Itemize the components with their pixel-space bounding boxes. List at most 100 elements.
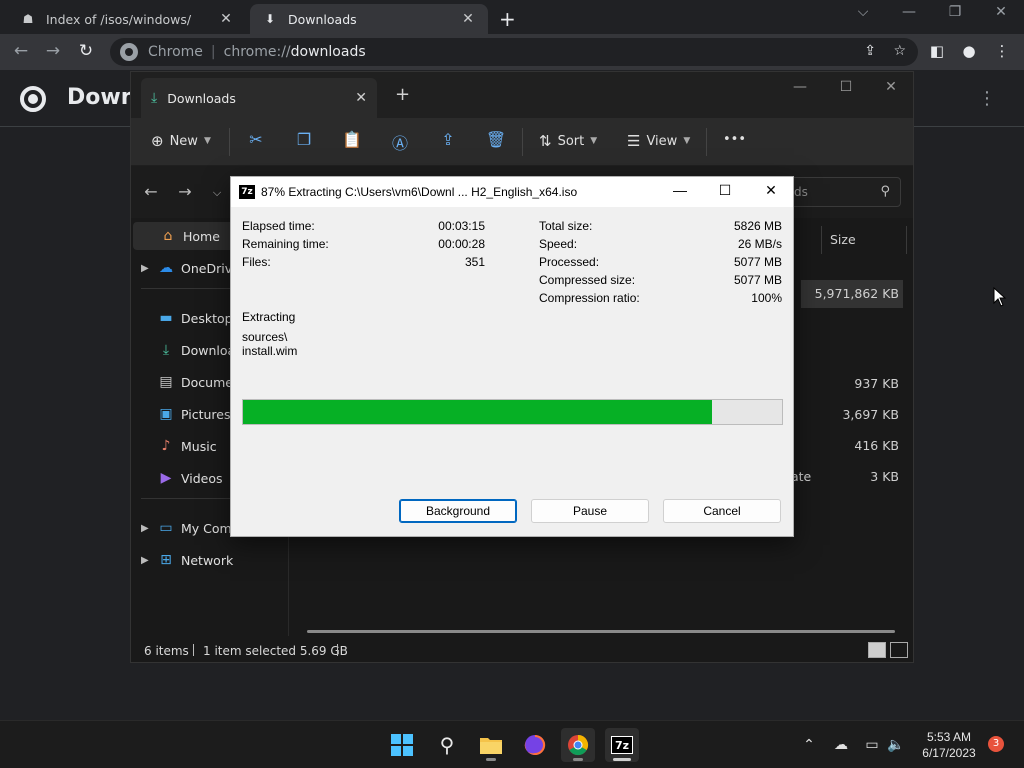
- new-button[interactable]: ⊕ New ▼: [151, 132, 211, 150]
- windows-logo-icon: [391, 734, 413, 756]
- file-size: 3 KB: [870, 469, 899, 484]
- tab-search-icon[interactable]: ⌵: [848, 4, 878, 20]
- 7zip-extract-dialog: 7z 87% Extracting C:\Users\vm6\Downl ...…: [230, 176, 794, 537]
- search-icon[interactable]: ⚲: [430, 728, 464, 762]
- expand-chevron-icon[interactable]: ▶: [141, 523, 157, 534]
- profile-icon[interactable]: ●: [959, 42, 979, 60]
- chevron-down-icon: ▼: [203, 136, 211, 146]
- close-icon[interactable]: ✕: [355, 90, 367, 106]
- sort-button[interactable]: ⇅ Sort ▼: [539, 132, 597, 150]
- more-options-icon[interactable]: ⋮: [978, 88, 996, 109]
- share-icon[interactable]: ⇪: [437, 130, 459, 149]
- minimize-icon[interactable]: —: [894, 4, 924, 20]
- explorer-titlebar: ⤓ Downloads ✕ + — ☐ ✕: [131, 72, 913, 118]
- view-icon: ☰: [627, 132, 641, 150]
- view-button[interactable]: ☰ View ▼: [627, 132, 690, 150]
- copy-icon[interactable]: ❐: [293, 130, 315, 149]
- taskbar-file-explorer[interactable]: [474, 728, 508, 762]
- tab-index-of-isos[interactable]: ☗ Index of /isos/windows/ ✕: [8, 4, 246, 34]
- desktop-icon: ▬: [159, 310, 173, 326]
- explorer-command-bar: ⊕ New ▼ ✂ ❐ 📋 Ⓐ ⇪ 🗑 ⇅ Sort ▼ ☰ View ▼ ••…: [131, 118, 913, 166]
- details-view-icon[interactable]: [868, 642, 886, 658]
- background-button[interactable]: Background: [399, 499, 517, 523]
- file-size: 937 KB: [854, 376, 899, 391]
- chrome-menu-icon[interactable]: ⋮: [992, 42, 1012, 60]
- recent-locations-icon[interactable]: ⌵: [207, 186, 227, 200]
- search-input[interactable]: ds ⚲: [783, 177, 901, 207]
- expand-chevron-icon[interactable]: ▶: [141, 555, 157, 566]
- notification-badge[interactable]: 3: [988, 736, 1004, 752]
- network-icon[interactable]: ▭: [862, 737, 882, 753]
- compression-ratio-label: Compression ratio:: [539, 291, 640, 305]
- processed-label: Processed:: [539, 255, 600, 269]
- close-icon[interactable]: ✕: [460, 11, 476, 27]
- videos-icon: ▶: [160, 470, 172, 486]
- new-tab-button[interactable]: +: [499, 7, 516, 31]
- current-file: install.wim: [242, 344, 298, 358]
- maximize-icon[interactable]: ☐: [710, 182, 740, 199]
- tab-label: Downloads: [288, 11, 357, 27]
- rename-icon[interactable]: Ⓐ: [389, 130, 411, 154]
- taskbar-firefox[interactable]: [518, 728, 552, 762]
- sidebar-item-label: Network: [181, 552, 234, 568]
- network-icon: ⊞: [160, 552, 172, 568]
- forward-icon[interactable]: →: [175, 182, 195, 201]
- back-icon[interactable]: ←: [141, 182, 161, 201]
- sidebar-item-label: Docume: [181, 374, 233, 390]
- total-size-value: 5826 MB: [733, 219, 782, 233]
- column-header-size[interactable]: Size: [821, 226, 907, 254]
- music-icon: ♪: [161, 438, 171, 454]
- plus-circle-icon: ⊕: [151, 132, 164, 150]
- close-icon[interactable]: ✕: [218, 11, 234, 27]
- restore-icon[interactable]: ❐: [940, 4, 970, 20]
- omnibox-scheme: chrome://: [223, 44, 291, 60]
- side-panel-icon[interactable]: ◧: [927, 42, 947, 60]
- sidebar-item-label: Music: [181, 438, 217, 454]
- back-icon[interactable]: ←: [10, 41, 32, 61]
- omnibox[interactable]: Chrome | chrome://downloads ⇪ ☆: [110, 38, 918, 66]
- compression-ratio-value: 100%: [751, 291, 782, 305]
- volume-icon[interactable]: 🔈: [886, 737, 906, 753]
- tiles-view-icon[interactable]: [890, 642, 908, 658]
- paste-icon[interactable]: 📋: [341, 130, 363, 149]
- cut-icon[interactable]: ✂: [245, 130, 267, 149]
- minimize-icon[interactable]: —: [785, 79, 815, 95]
- explorer-tab-downloads[interactable]: ⤓ Downloads ✕: [141, 78, 377, 118]
- onedrive-offline-icon[interactable]: ☁: [831, 737, 851, 753]
- elapsed-time-value: 00:03:15: [438, 219, 485, 233]
- reload-icon[interactable]: ↻: [75, 41, 97, 61]
- delete-icon[interactable]: 🗑: [485, 130, 507, 149]
- home-icon: ⌂: [163, 228, 173, 244]
- firefox-icon: [524, 734, 546, 755]
- status-bar: 6 items 1 item selected 5.69 GB: [131, 638, 913, 662]
- sort-label: Sort: [557, 133, 585, 149]
- share-icon[interactable]: ⇪: [864, 43, 876, 59]
- start-button[interactable]: [385, 728, 419, 762]
- bookmark-star-icon[interactable]: ☆: [893, 43, 906, 59]
- more-options-button[interactable]: •••: [723, 132, 746, 147]
- taskbar-7zip[interactable]: 7z: [605, 728, 639, 762]
- item-count: 6 items: [144, 644, 189, 658]
- close-window-icon[interactable]: ✕: [986, 4, 1016, 20]
- close-window-icon[interactable]: ✕: [876, 79, 906, 95]
- new-label: New: [169, 133, 198, 149]
- taskbar-chrome[interactable]: [561, 728, 595, 762]
- page-icon: ☗: [22, 12, 34, 26]
- pause-button[interactable]: Pause: [531, 499, 649, 523]
- clock[interactable]: 5:53 AM 6/17/2023: [912, 729, 986, 761]
- dialog-title: 87% Extracting C:\Users\vm6\Downl ... H2…: [261, 185, 578, 199]
- elapsed-time-label: Elapsed time:: [242, 219, 315, 233]
- maximize-icon[interactable]: ☐: [831, 79, 861, 95]
- horizontal-scrollbar[interactable]: [307, 630, 895, 633]
- forward-icon[interactable]: →: [42, 41, 64, 61]
- tab-downloads[interactable]: ⬇ Downloads ✕: [250, 4, 488, 34]
- cancel-button[interactable]: Cancel: [663, 499, 781, 523]
- chevron-down-icon: ▼: [683, 136, 691, 146]
- omnibox-divider: |: [210, 44, 216, 60]
- explorer-new-tab-button[interactable]: +: [395, 84, 410, 105]
- minimize-icon[interactable]: —: [665, 182, 695, 198]
- show-hidden-icons-chevron-icon[interactable]: ⌃: [799, 737, 819, 753]
- expand-chevron-icon[interactable]: ▶: [141, 263, 157, 274]
- close-icon[interactable]: ✕: [756, 182, 786, 199]
- sidebar-item-network[interactable]: ▶ ⊞ Network: [131, 546, 289, 574]
